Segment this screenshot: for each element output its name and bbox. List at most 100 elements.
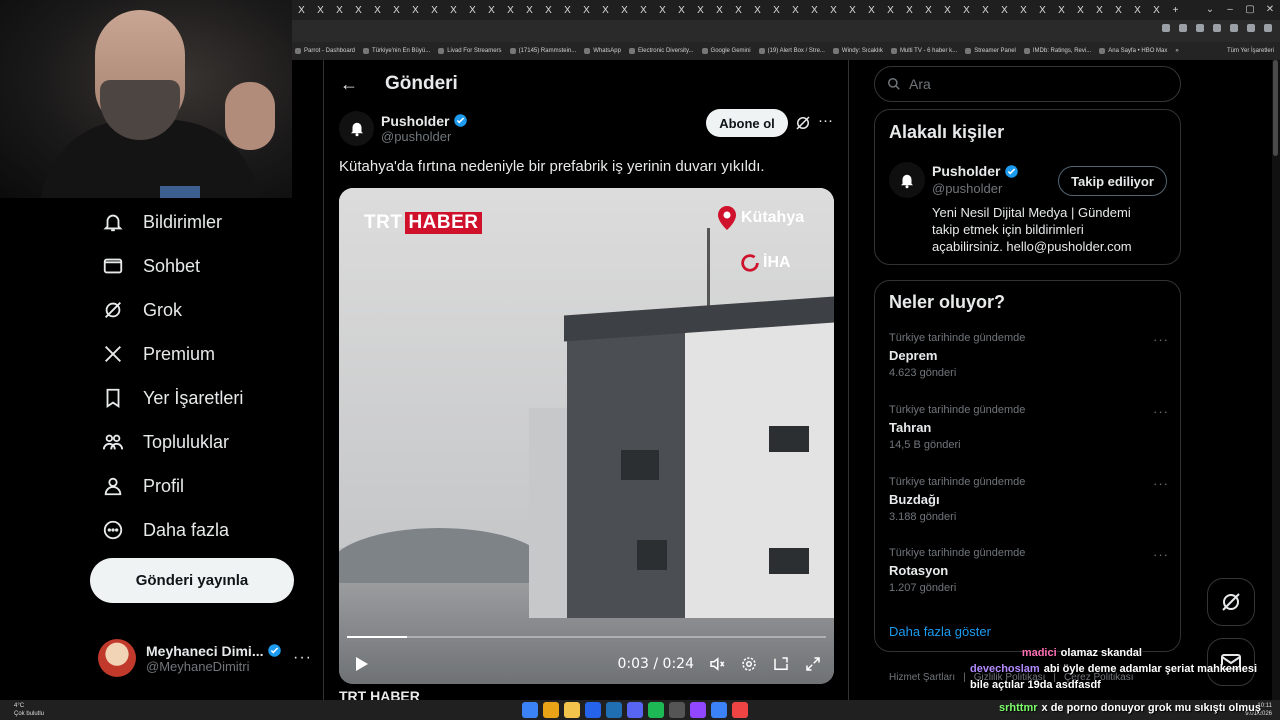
browser-tab[interactable]: X <box>748 5 767 16</box>
trend-more-icon[interactable]: ··· <box>1153 476 1169 491</box>
browser-tab[interactable]: X <box>919 5 938 16</box>
browser-tab[interactable]: X <box>444 5 463 16</box>
bookmark-item[interactable]: IMDb: Ratings, Revi... <box>1023 48 1091 54</box>
discord-icon[interactable] <box>627 702 643 718</box>
fullscreen-icon[interactable] <box>804 655 822 673</box>
browser-tab[interactable]: X <box>1109 5 1128 16</box>
browser-tab[interactable]: X <box>1128 5 1147 16</box>
nav-item-grok[interactable]: Grok <box>90 288 310 332</box>
grok-icon[interactable] <box>794 114 812 132</box>
star-icon[interactable] <box>1196 24 1204 32</box>
author-name[interactable]: Pusholder <box>381 113 449 129</box>
trend-item[interactable]: Türkiye tarihinde gündemde Buzdağı 3.188… <box>889 476 1169 536</box>
trend-more-icon[interactable]: ··· <box>1153 547 1169 562</box>
browser-tab[interactable]: X <box>1071 5 1090 16</box>
browser-tab[interactable]: X <box>634 5 653 16</box>
browser-tab[interactable]: X <box>900 5 919 16</box>
browser-tab[interactable]: X <box>1147 5 1166 16</box>
trend-more-icon[interactable]: ··· <box>1153 404 1169 419</box>
browser-tab[interactable]: X <box>387 5 406 16</box>
nav-item-chat[interactable]: Sohbet <box>90 244 310 288</box>
scrollbar-thumb[interactable] <box>1273 60 1278 156</box>
sidebar-icon[interactable] <box>1230 24 1238 32</box>
search-input[interactable] <box>909 76 1159 92</box>
post-more-icon[interactable]: ··· <box>818 112 833 129</box>
close-window-button[interactable]: ✕ <box>1260 0 1280 20</box>
play-icon[interactable] <box>353 656 369 672</box>
browser-tab[interactable]: X <box>615 5 634 16</box>
grok-floating-button[interactable] <box>1207 578 1255 626</box>
spotify-icon[interactable] <box>648 702 664 718</box>
terms-link[interactable]: Hizmet Şartları <box>889 672 955 683</box>
author-handle[interactable]: @pusholder <box>381 129 468 144</box>
bookmark-item[interactable]: Multi TV - 6 haber k... <box>890 48 957 54</box>
browser-tab[interactable]: X <box>349 5 368 16</box>
browser-tab[interactable]: X <box>767 5 786 16</box>
browser-tab[interactable]: X <box>710 5 729 16</box>
next-post-preview[interactable]: TRT HABER <box>339 688 539 700</box>
browser-tab[interactable]: X <box>995 5 1014 16</box>
file-explorer-icon[interactable] <box>564 702 580 718</box>
browser-tab[interactable]: X <box>957 5 976 16</box>
twitch-icon[interactable] <box>690 702 706 718</box>
profile-icon[interactable] <box>1247 24 1255 32</box>
trend-more-icon[interactable]: ··· <box>1153 332 1169 347</box>
browser-tab[interactable]: X <box>311 5 330 16</box>
browser-menu-icon[interactable] <box>1264 24 1272 32</box>
bookmark-item[interactable]: Google Gemini <box>701 48 751 54</box>
nav-item-profile[interactable]: Profil <box>90 464 310 508</box>
address-bar[interactable] <box>292 20 1280 42</box>
bookmark-item[interactable]: (17145) Rammstein... <box>509 48 576 54</box>
search-box[interactable] <box>874 66 1181 102</box>
video-progress-bar[interactable] <box>347 636 826 638</box>
bookmark-item[interactable]: Parrot - Dashboard <box>295 48 355 54</box>
all-bookmarks-folder[interactable]: Tüm Yer İşaretleri <box>1227 48 1274 54</box>
nav-item-premium[interactable]: Premium <box>90 332 310 376</box>
bookmark-item[interactable]: WhatsApp <box>584 48 621 54</box>
video-player[interactable]: TRT HABER Kütahya İHA 0:03 / 0:24 <box>339 188 834 684</box>
browser-tab[interactable]: X <box>729 5 748 16</box>
browser-tab[interactable]: X <box>539 5 558 16</box>
browser-tab[interactable]: X <box>1052 5 1071 16</box>
browser-tab[interactable]: X <box>425 5 444 16</box>
nav-item-bookmarks[interactable]: Yer İşaretleri <box>90 376 310 420</box>
trend-item[interactable]: Türkiye tarihinde gündemde Deprem 4.623 … <box>889 332 1169 392</box>
browser-tab[interactable]: X <box>482 5 501 16</box>
extensions-icon[interactable] <box>1213 24 1221 32</box>
minimize-button[interactable]: – <box>1220 0 1240 20</box>
volume-icon[interactable] <box>708 655 726 673</box>
settings-gear-icon[interactable] <box>740 655 758 673</box>
account-switcher[interactable]: Meyhaneci Dimi... @MeyhaneDimitri ··· <box>98 636 312 680</box>
cast-icon[interactable] <box>1162 24 1170 32</box>
browser-tab[interactable]: X <box>691 5 710 16</box>
nav-item-notifications[interactable]: Bildirimler <box>90 200 310 244</box>
subscribe-button[interactable]: Abone ol <box>706 109 788 137</box>
browser-tab[interactable]: X <box>786 5 805 16</box>
browser-tab[interactable]: X <box>501 5 520 16</box>
chrome-icon[interactable] <box>543 702 559 718</box>
nav-item-communities[interactable]: Topluluklar <box>90 420 310 464</box>
browser-tab[interactable]: X <box>577 5 596 16</box>
trend-item[interactable]: Türkiye tarihinde gündemde Tahran 14,5 B… <box>889 404 1169 464</box>
browser-tab[interactable]: X <box>330 5 349 16</box>
browser-tab[interactable]: X <box>976 5 995 16</box>
browser-tab[interactable]: X <box>843 5 862 16</box>
zoom-icon[interactable] <box>1179 24 1187 32</box>
nav-item-more[interactable]: Daha fazla <box>90 508 310 552</box>
calculator-icon[interactable] <box>669 702 685 718</box>
browser-tab[interactable]: X <box>1014 5 1033 16</box>
account-more-icon[interactable]: ··· <box>293 649 312 667</box>
weather-widget[interactable]: 4°C Çok bulutlu <box>14 702 44 718</box>
show-more-link[interactable]: Daha fazla göster <box>889 624 991 639</box>
related-name[interactable]: Pusholder <box>932 163 1000 179</box>
author-avatar[interactable] <box>339 110 374 146</box>
browser-tab[interactable]: X <box>463 5 482 16</box>
browser-tab[interactable]: X <box>938 5 957 16</box>
bookmark-item[interactable]: Türkiye'nin En Büyü... <box>363 48 430 54</box>
trend-item[interactable]: Türkiye tarihinde gündemde Rotasyon 1.20… <box>889 547 1169 607</box>
browser-tab[interactable]: X <box>292 5 311 16</box>
picture-in-picture-icon[interactable] <box>772 655 790 673</box>
browser-tab[interactable]: X <box>824 5 843 16</box>
bookmark-item[interactable]: Ana Sayfa • HBO Max <box>1099 48 1167 54</box>
steam-icon[interactable] <box>606 702 622 718</box>
